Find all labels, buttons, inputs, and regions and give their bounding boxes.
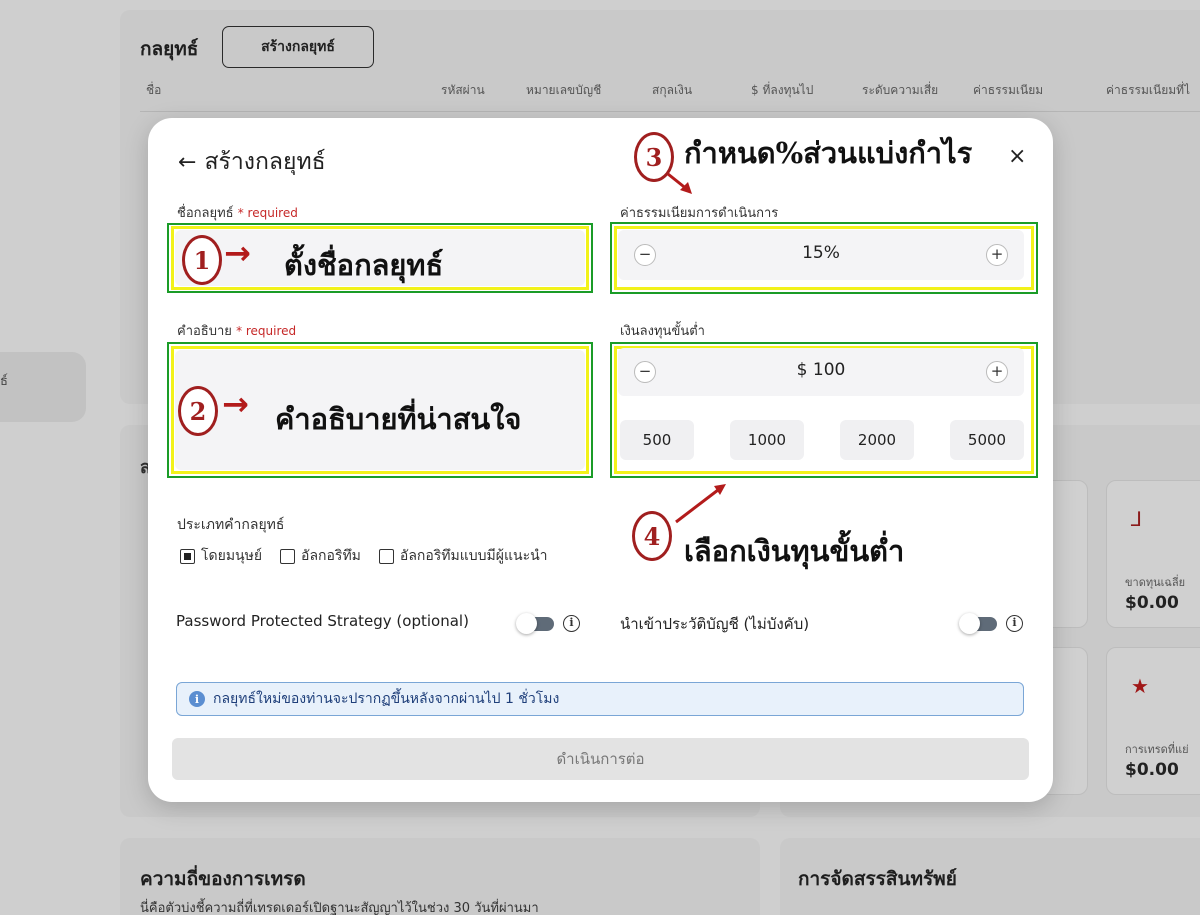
annotation-marker-2: 2 — [178, 386, 218, 436]
type-option-label: โดยมนุษย์ — [201, 548, 263, 564]
toggle-knob — [516, 613, 537, 634]
min-investment-value[interactable]: $ 100 — [618, 360, 1024, 380]
stat-value: $0.00 — [1125, 593, 1179, 613]
preset-5000-button[interactable]: 5000 — [950, 420, 1024, 460]
worst-trade-stat: ★ การเทรดที่แย่ $0.00 — [1106, 647, 1200, 795]
checkbox-checked-icon — [180, 548, 195, 564]
info-circle-icon: i — [189, 691, 205, 707]
table-divider — [140, 111, 1200, 112]
strategy-type-options: โดยมนุษย์ อัลกอริทึม อัลกอริทึมแบบมีผู้แ… — [180, 545, 548, 567]
annotation-marker-1: 1 — [182, 235, 222, 285]
annotation-pointer-3 — [667, 172, 692, 194]
info-icon[interactable]: i — [563, 615, 580, 632]
import-history-label: นำเข้าประวัติบัญชี (ไม่บังคับ) — [620, 615, 810, 633]
min-investment-label: เงินลงทุนขั้นต่ำ — [620, 324, 705, 339]
import-history-toggle[interactable] — [959, 613, 997, 634]
strategies-title: กลยุทธ์ — [140, 38, 199, 60]
annotation-text-2: คำอธิบายที่น่าสนใจ — [275, 402, 522, 436]
asset-allocation-title: การจัดสรรสินทรัพย์ — [798, 868, 957, 890]
loss-icon: ⅃ — [1131, 507, 1143, 531]
required-marker: * required — [236, 324, 297, 338]
stat-value: $0.00 — [1125, 760, 1179, 780]
min-investment-increase-button[interactable]: + — [986, 361, 1008, 383]
modal-title: สร้างกลยุทธ์ — [204, 149, 326, 175]
type-option-label: อัลกอริทึม — [301, 548, 361, 564]
checkbox-icon — [378, 548, 394, 564]
annotation-text-3: กำหนด%ส่วนแบ่งกำไร — [684, 136, 973, 170]
type-option-human[interactable]: โดยมนุษย์ — [180, 545, 262, 567]
annotation-text-4: เลือกเงินทุนขั้นต่ำ — [684, 534, 905, 568]
annotation-arrow: → — [222, 385, 249, 423]
avg-loss-stat: ⅃ ขาดทุนเฉลี่ย $0.00 — [1106, 480, 1200, 628]
info-banner-text: กลยุทธ์ใหม่ของท่านจะปรากฏขึ้นหลังจากผ่าน… — [213, 691, 560, 707]
column-header-fee: ค่าธรรมเนียม — [973, 83, 1044, 97]
required-marker: * required — [237, 206, 298, 220]
fee-label: ค่าธรรมเนียมการดำเนินการ — [620, 206, 779, 221]
strategy-name-label: ชื่อกลยุทธ์ * required — [177, 202, 298, 223]
type-option-guided-algorithm[interactable]: อัลกอริทึมแบบมีผู้แนะนำ — [378, 545, 548, 567]
column-header-invested: $ ที่ลงทุนไป — [751, 83, 814, 97]
annotation-text-1: ตั้งชื่อกลยุทธ์ — [284, 248, 444, 282]
back-arrow-icon: ← — [178, 149, 197, 175]
password-protected-label: Password Protected Strategy (optional) — [176, 612, 469, 630]
create-strategy-button[interactable]: สร้างกลยุทธ์ — [222, 26, 374, 68]
column-header-account: หมายเลขบัญชี — [526, 83, 602, 97]
column-header-risk: ระดับความเสี่ย — [862, 83, 939, 97]
fee-stepper: − 15% + — [618, 230, 1024, 280]
password-protected-toggle[interactable] — [516, 613, 554, 634]
trade-frequency-subtitle: นี่คือตัวบ่งชี้ความถี่ที่เทรดเดอร์เปิดฐา… — [140, 901, 539, 915]
type-option-label: อัลกอริทึมแบบมีผู้แนะนำ — [399, 548, 548, 564]
create-strategy-modal: ← สร้างกลยุทธ์ × ชื่อกลยุทธ์ * required … — [148, 118, 1053, 802]
column-header-name: ชื่อ — [146, 83, 162, 97]
description-label: คำอธิบาย * required — [177, 320, 296, 341]
back-button[interactable]: ← สร้างกลยุทธ์ — [178, 144, 326, 180]
stat-label: การเทรดที่แย่ — [1125, 743, 1189, 756]
annotation-marker-4: 4 — [632, 511, 672, 561]
info-banner: i กลยุทธ์ใหม่ของท่านจะปรากฏขึ้นหลังจากผ่… — [176, 682, 1024, 716]
preset-1000-button[interactable]: 1000 — [730, 420, 804, 460]
strategy-name-label-text: ชื่อกลยุทธ์ — [177, 206, 234, 221]
strategy-type-label: ประเภทคำกลยุทธ์ — [177, 517, 285, 533]
sidebar-item[interactable]: ธ์ — [0, 352, 86, 422]
column-header-password: รหัสผ่าน — [441, 83, 485, 97]
stat-label: ขาดทุนเฉลี่ย — [1125, 576, 1186, 589]
preset-500-button[interactable]: 500 — [620, 420, 694, 460]
preset-2000-button[interactable]: 2000 — [840, 420, 914, 460]
star-icon: ★ — [1131, 674, 1149, 698]
fee-increase-button[interactable]: + — [986, 244, 1008, 266]
min-investment-stepper: − $ 100 + — [618, 348, 1024, 396]
checkbox-icon — [280, 548, 296, 564]
type-option-algorithm[interactable]: อัลกอริทึม — [280, 545, 361, 567]
annotation-pointer-4 — [675, 484, 726, 524]
close-icon[interactable]: × — [1008, 144, 1026, 169]
amount-presets: 500 1000 2000 5000 — [620, 420, 1030, 460]
column-header-currency: สกุลเงิน — [652, 83, 693, 97]
fee-value[interactable]: 15% — [618, 243, 1024, 263]
info-icon[interactable]: i — [1006, 615, 1023, 632]
description-label-text: คำอธิบาย — [177, 324, 232, 339]
column-header-fee-paid: ค่าธรรมเนียมที่ไ — [1106, 83, 1191, 97]
toggle-knob — [959, 613, 980, 634]
sidebar-item-label: ธ์ — [0, 374, 8, 389]
continue-button[interactable]: ดำเนินการต่อ — [172, 738, 1029, 780]
trade-frequency-title: ความถี่ของการเทรด — [140, 868, 306, 890]
annotation-arrow: → — [224, 234, 251, 272]
